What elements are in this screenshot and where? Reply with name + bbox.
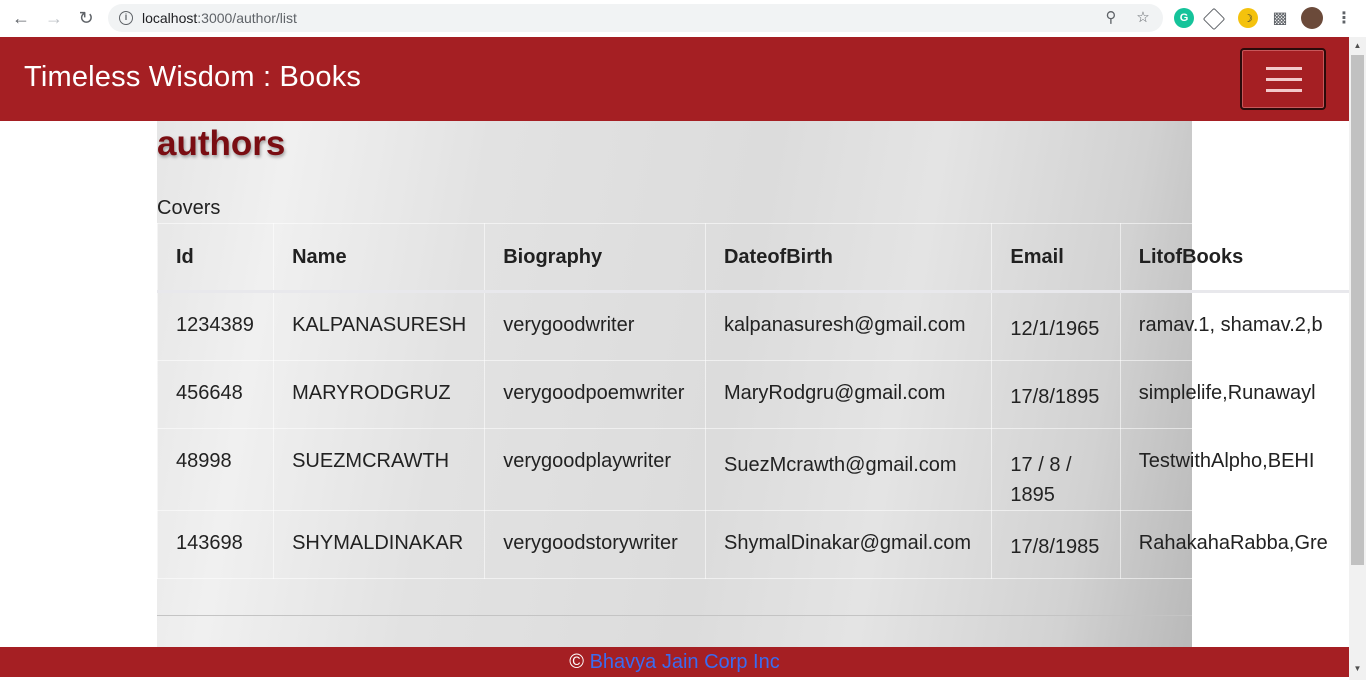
- address-url[interactable]: localhost:3000/author/list: [142, 10, 297, 26]
- content-divider: [157, 615, 1192, 616]
- cell-name: MARYRODGRUZ: [273, 360, 486, 429]
- authors-table: Id Name Biography DateofBirth Email Lito…: [157, 223, 1349, 579]
- column-header-biography: Biography: [484, 223, 706, 293]
- authors-table-container: Id Name Biography DateofBirth Email Lito…: [157, 223, 1349, 615]
- column-header-id: Id: [157, 223, 275, 293]
- cell-litofbooks: simplelife,Runawayl: [1119, 360, 1349, 429]
- footer-company-link[interactable]: Bhavya Jain Corp Inc: [590, 651, 780, 673]
- cell-name: SUEZMCRAWTH: [273, 428, 486, 511]
- cell-id: 143698: [157, 510, 275, 579]
- table-row: 48998 SUEZMCRAWTH verygoodplaywriter Sue…: [157, 428, 1349, 511]
- bookmark-star-icon[interactable]: ☆: [1135, 10, 1151, 26]
- zoom-icon[interactable]: ⚲: [1103, 10, 1119, 26]
- reload-icon[interactable]: ↻: [74, 6, 98, 30]
- cell-biography: verygoodpoemwriter: [484, 360, 706, 429]
- copyright-symbol: ©: [569, 651, 585, 673]
- cell-litofbooks: TestwithAlpho,BEHI: [1119, 428, 1349, 511]
- cell-biography: verygoodwriter: [484, 291, 706, 361]
- cell-id: 48998: [157, 428, 275, 511]
- scroll-up-arrow-icon[interactable]: ▲: [1349, 37, 1366, 54]
- column-header-litofbooks: LitofBooks: [1119, 223, 1349, 293]
- column-header-email: Email: [991, 223, 1121, 293]
- column-header-dateofbirth: DateofBirth: [704, 223, 993, 293]
- browser-toolbar: ← → ↻ i localhost:3000/author/list ⚲ ☆ G…: [0, 0, 1366, 38]
- cell-id: 456648: [157, 360, 275, 429]
- cell-dateofbirth: MaryRodgru@gmail.com: [704, 360, 993, 429]
- dark-mode-extension-icon[interactable]: ☽: [1238, 8, 1258, 28]
- url-host: localhost: [142, 10, 198, 26]
- grammarly-extension-icon[interactable]: G: [1174, 8, 1194, 28]
- scrollbar-thumb[interactable]: [1351, 55, 1364, 565]
- column-header-name: Name: [273, 223, 486, 293]
- hamburger-icon: [1266, 78, 1302, 81]
- cell-name: KALPANASURESH: [273, 291, 486, 361]
- table-row: 1234389 KALPANASURESH verygoodwriter kal…: [157, 291, 1349, 361]
- page-title: authors: [157, 124, 286, 163]
- cell-email: 17/8/1895: [991, 360, 1121, 429]
- cell-dateofbirth: ShymalDinakar@gmail.com: [704, 510, 993, 579]
- table-row: 143698 SHYMALDINAKAR verygoodstorywriter…: [157, 510, 1349, 579]
- scroll-down-arrow-icon[interactable]: ▼: [1349, 660, 1366, 677]
- page-scrollbar[interactable]: ▲ ▼: [1349, 37, 1366, 680]
- table-header-row: Id Name Biography DateofBirth Email Lito…: [157, 223, 1349, 293]
- site-info-icon[interactable]: i: [119, 11, 133, 25]
- app-navbar: Timeless Wisdom : Books: [0, 37, 1349, 121]
- profile-avatar[interactable]: [1301, 7, 1323, 29]
- cell-dateofbirth: kalpanasuresh@gmail.com: [704, 291, 993, 361]
- table-row: 456648 MARYRODGRUZ verygoodpoemwriter Ma…: [157, 360, 1349, 429]
- cell-biography: verygoodstorywriter: [484, 510, 706, 579]
- address-bar[interactable]: i localhost:3000/author/list ⚲ ☆: [108, 4, 1163, 32]
- menu-toggle-button[interactable]: [1240, 48, 1326, 110]
- page-footer: © Bhavya Jain Corp Inc: [0, 647, 1349, 677]
- brand-title[interactable]: Timeless Wisdom : Books: [24, 61, 361, 94]
- eraser-extension-icon[interactable]: [1202, 7, 1226, 31]
- cell-dateofbirth: SuezMcrawth@gmail.com: [704, 428, 993, 511]
- extensions-puzzle-icon[interactable]: ▩: [1270, 8, 1290, 28]
- url-path: :3000/author/list: [197, 10, 297, 26]
- hamburger-icon: [1266, 67, 1302, 70]
- cell-email: 17/8/1985: [991, 510, 1121, 579]
- cell-email: 17 / 8 / 1895: [991, 428, 1121, 511]
- browser-menu-icon[interactable]: ⋮: [1334, 8, 1354, 28]
- cell-litofbooks: ramav.1, shamav.2,b: [1119, 291, 1349, 361]
- cell-biography: verygoodplaywriter: [484, 428, 706, 511]
- forward-icon[interactable]: →: [42, 6, 66, 30]
- cell-name: SHYMALDINAKAR: [273, 510, 486, 579]
- hamburger-icon: [1266, 89, 1302, 92]
- cell-id: 1234389: [157, 291, 275, 361]
- table-caption: Covers: [157, 197, 221, 219]
- cell-email: 12/1/1965: [991, 291, 1121, 361]
- back-icon[interactable]: ←: [9, 6, 33, 30]
- cell-litofbooks: RahakahaRabba,Gre: [1119, 510, 1349, 579]
